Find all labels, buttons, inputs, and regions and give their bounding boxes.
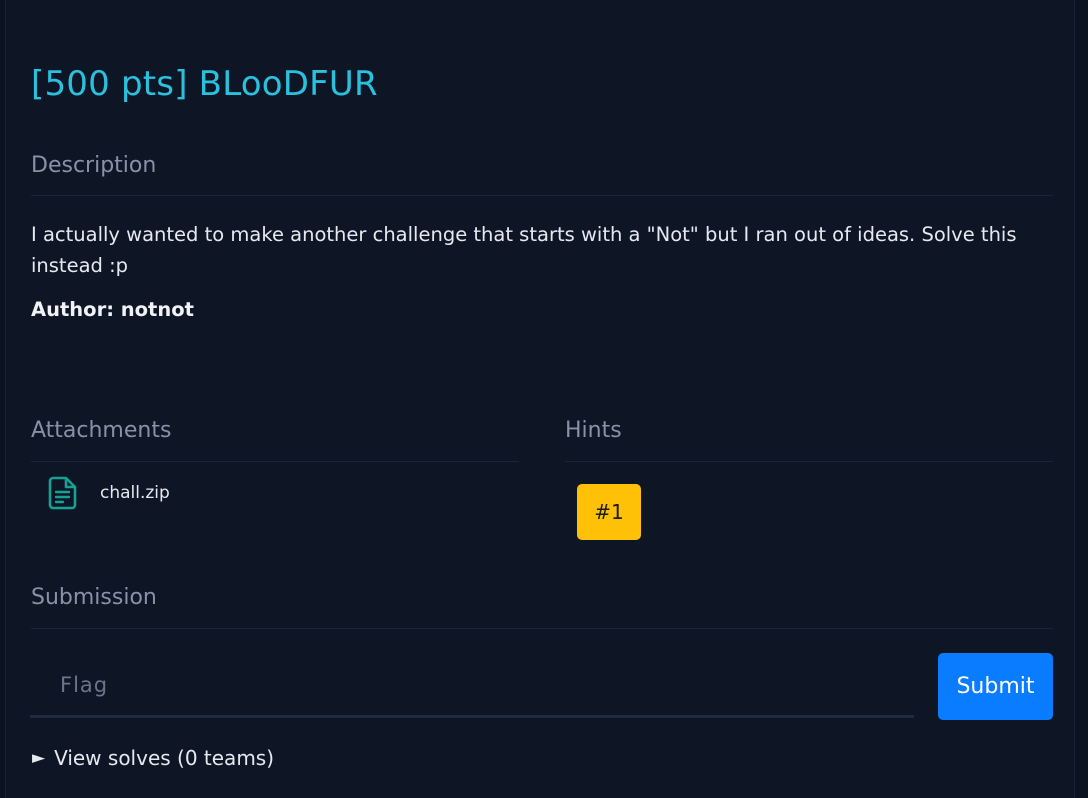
hints-divider [565,461,1053,462]
file-document-icon [48,476,78,510]
view-solves-toggle[interactable]: ► View solves (0 teams) [32,746,274,770]
triangle-right-icon: ► [32,748,46,768]
submission-divider [31,628,1053,629]
hint-button-1[interactable]: #1 [577,484,641,540]
attachments-divider [31,461,519,462]
description-text: I actually wanted to make another challe… [31,223,1017,277]
flag-input[interactable] [30,654,914,718]
attachment-link-chall-zip[interactable]: chall.zip [48,476,170,510]
challenge-title: [500 pts] BLooDFUR [31,64,378,104]
view-solves-label: View solves (0 teams) [54,746,275,770]
submit-button[interactable]: Submit [938,653,1053,720]
attachments-heading: Attachments [31,418,172,443]
challenge-modal: [500 pts] BLooDFUR Description I actuall… [5,0,1075,798]
description-heading: Description [31,153,157,178]
hints-heading: Hints [565,418,622,443]
description-divider [31,195,1053,196]
attachment-filename: chall.zip [100,483,170,503]
author-text: Author: notnot [31,298,194,321]
submission-heading: Submission [31,585,157,610]
